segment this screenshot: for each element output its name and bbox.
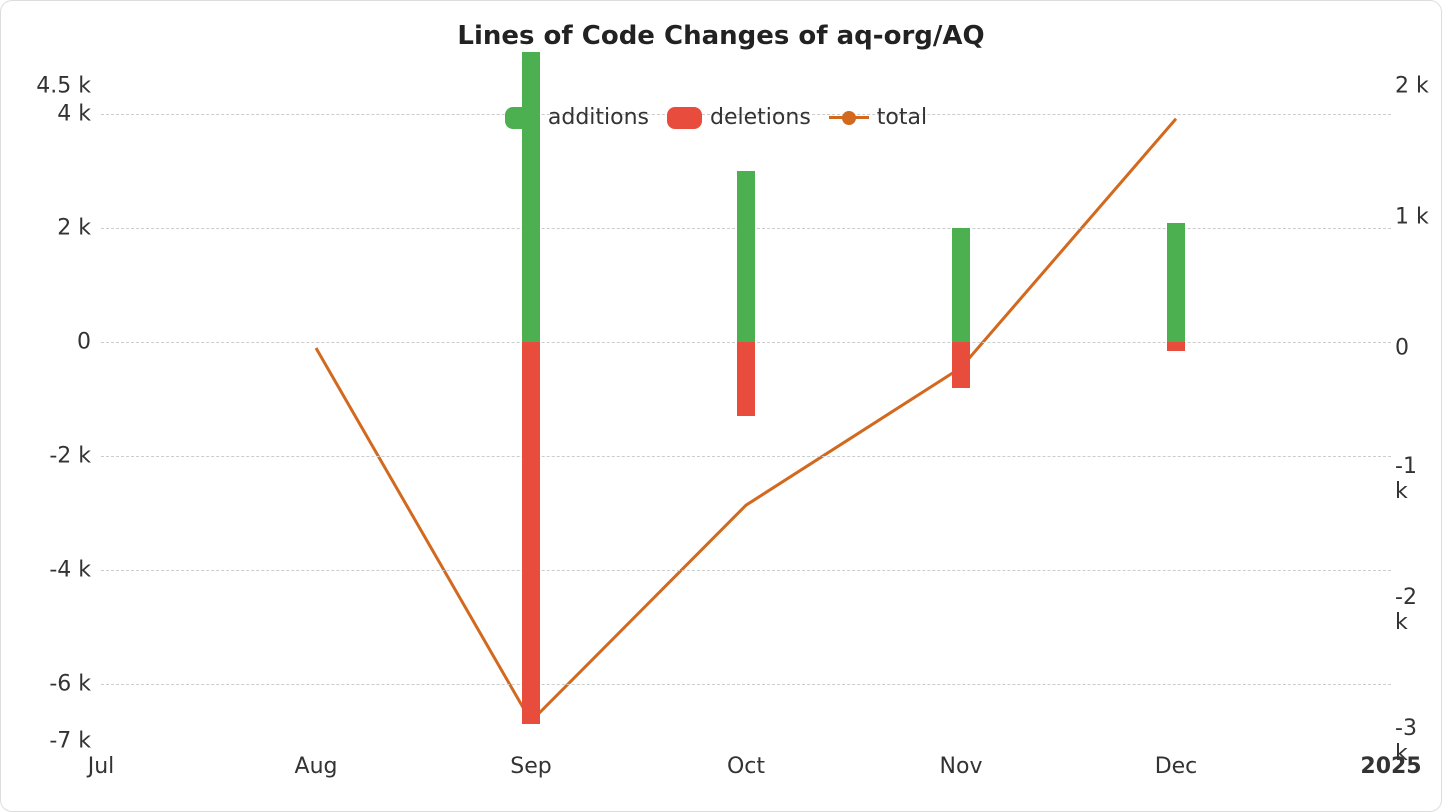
- y-tick-right: 2 k: [1395, 74, 1435, 99]
- bar-additions[interactable]: [522, 52, 540, 342]
- bar-additions[interactable]: [952, 228, 970, 342]
- legend-label-total[interactable]: total: [877, 105, 927, 130]
- legend: additions deletions total: [1, 105, 1441, 130]
- y-tick-left: -2 k: [31, 444, 91, 469]
- y-tick-right: 1 k: [1395, 205, 1435, 230]
- grid-line: [101, 570, 1391, 571]
- bar-deletions[interactable]: [737, 342, 755, 416]
- bar-deletions[interactable]: [952, 342, 970, 388]
- y-tick-left: 2 k: [31, 216, 91, 241]
- y-tick-left: 4.5 k: [31, 74, 91, 99]
- chart-title: Lines of Code Changes of aq-org/AQ: [1, 21, 1441, 51]
- x-tick: Dec: [1155, 754, 1198, 779]
- x-tick: Aug: [295, 754, 338, 779]
- legend-label-deletions[interactable]: deletions: [710, 105, 811, 130]
- bar-additions[interactable]: [737, 171, 755, 342]
- chart-container: Lines of Code Changes of aq-org/AQ addit…: [0, 0, 1442, 812]
- y-tick-left: 0: [31, 330, 91, 355]
- x-tick: Sep: [510, 754, 551, 779]
- y-tick-left: -7 k: [31, 729, 91, 754]
- x-tick: Oct: [727, 754, 765, 779]
- y-tick-left: -4 k: [31, 558, 91, 583]
- y-tick-left: -6 k: [31, 672, 91, 697]
- bar-additions[interactable]: [1167, 223, 1185, 343]
- legend-swatch-deletions[interactable]: [667, 107, 702, 129]
- legend-label-additions[interactable]: additions: [548, 105, 649, 130]
- y-tick-right: -2 k: [1395, 585, 1435, 635]
- x-tick: 2025: [1360, 754, 1421, 779]
- y-tick-right: 0: [1395, 336, 1435, 361]
- y-tick-right: -1 k: [1395, 454, 1435, 504]
- x-tick: Nov: [940, 754, 983, 779]
- legend-swatch-total[interactable]: [829, 116, 869, 119]
- bar-deletions[interactable]: [522, 342, 540, 724]
- grid-line: [101, 456, 1391, 457]
- plot-area: -7 k-6 k-4 k-2 k02 k4 k4.5 k-3 k-2 k-1 k…: [101, 86, 1391, 741]
- x-tick: Jul: [88, 754, 115, 779]
- legend-swatch-additions[interactable]: [505, 107, 540, 129]
- bar-deletions[interactable]: [1167, 342, 1185, 351]
- grid-line: [101, 684, 1391, 685]
